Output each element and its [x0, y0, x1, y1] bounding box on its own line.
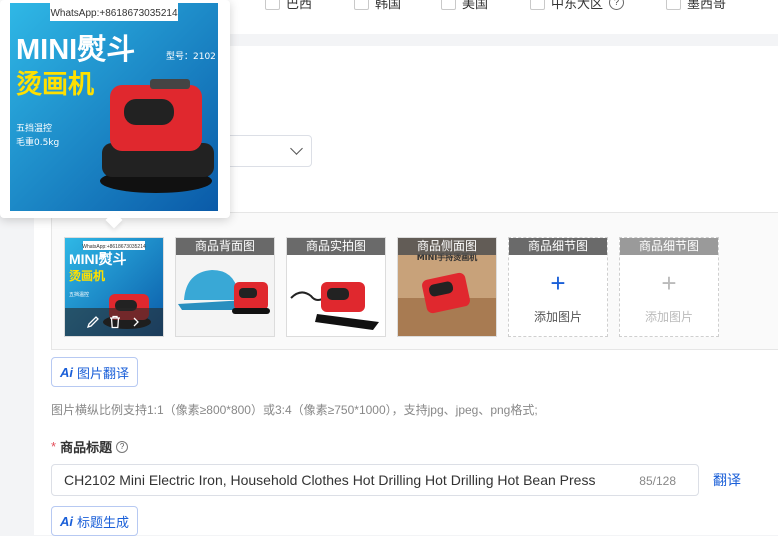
title-generate-button[interactable]: Ai 标题生成: [51, 506, 139, 536]
ai-icon: Ai: [60, 513, 73, 529]
required-mark: *: [51, 439, 57, 454]
plus-icon: +: [661, 268, 677, 298]
image-slot-caption: 商品细节图: [620, 238, 718, 255]
product-title-value: CH2102 Mini Electric Iron, Household Clo…: [64, 472, 596, 488]
main-image-thumb[interactable]: WhatsApp:+8618673035214 MINI熨斗 烫画机 五挡温控: [64, 237, 164, 337]
product-title-label-text: 商品标题: [60, 440, 113, 455]
product-banner-spec: 五挡温控: [69, 291, 89, 298]
country-option-usa[interactable]: 美国: [441, 0, 488, 12]
translate-link[interactable]: 翻译: [713, 470, 741, 490]
char-counter: 85/128: [639, 474, 676, 488]
country-option-mexico[interactable]: 墨西哥: [666, 0, 726, 12]
checkbox-icon[interactable]: [530, 0, 545, 10]
chevron-down-icon: [290, 142, 303, 155]
image-requirements-hint: 图片横纵比例支持1:1（像素≥800*800）或3:4（像素≥750*1000）…: [51, 403, 538, 417]
country-label: 中东大区: [551, 0, 604, 11]
edit-icon[interactable]: [86, 315, 100, 329]
image-slot-detail-add-disabled: 商品细节图 + 添加图片: [619, 237, 719, 337]
image-slot-caption: 商品侧面图: [398, 238, 496, 255]
chevron-right-icon[interactable]: [130, 315, 142, 329]
image-slot-caption: 商品实拍图: [287, 238, 385, 255]
checkbox-icon[interactable]: [441, 0, 456, 10]
image-slot-caption: 商品细节图: [509, 238, 607, 255]
title-generate-label: 标题生成: [77, 514, 130, 530]
image-slot-back[interactable]: 商品背面图: [175, 237, 275, 337]
watermark-text: WhatsApp:+8618673035214: [50, 8, 177, 19]
watermark-text: WhatsApp:+8618673035214: [82, 244, 146, 250]
country-label: 巴西: [286, 0, 313, 11]
image-slot-side[interactable]: MINI手持烫画机 商品侧面图: [397, 237, 497, 337]
preview-image: WhatsApp:+8618673035214 MINI熨斗 烫画机 型号：21…: [10, 3, 218, 211]
country-label: 美国: [462, 0, 489, 11]
plus-icon: +: [550, 268, 566, 298]
product-title-input[interactable]: CH2102 Mini Electric Iron, Household Clo…: [51, 464, 699, 496]
checkbox-icon[interactable]: [265, 0, 280, 10]
preview-spec: 五挡温控: [16, 122, 52, 134]
preview-spec: 毛重0.5kg: [16, 136, 59, 148]
ai-icon: Ai: [60, 364, 73, 380]
image-slot-real[interactable]: 商品实拍图: [286, 237, 386, 337]
product-banner-title: MINI熨斗: [69, 251, 127, 267]
country-option-middle-east[interactable]: 中东大区 ?: [530, 0, 625, 12]
preview-title: MINI熨斗: [16, 33, 135, 66]
image-translate-button[interactable]: Ai 图片翻译: [51, 357, 139, 387]
image-slot-caption: 商品背面图: [176, 238, 274, 255]
preview-subtitle: 烫画机: [16, 70, 94, 100]
country-option-korea[interactable]: 韩国: [354, 0, 401, 12]
add-image-label: 添加图片: [533, 310, 582, 324]
help-icon[interactable]: ?: [116, 440, 129, 453]
image-preview-popup: WhatsApp:+8618673035214 MINI熨斗 烫画机 型号：21…: [0, 0, 230, 229]
thumb-action-bar: [65, 308, 163, 336]
country-option-brazil[interactable]: 巴西: [265, 0, 312, 12]
product-title-label: * 商品标题 ?: [51, 437, 129, 456]
product-banner-subtitle: 烫画机: [69, 268, 105, 283]
preview-model: 型号：2102: [166, 51, 216, 62]
help-icon[interactable]: ?: [609, 0, 625, 10]
image-translate-label: 图片翻译: [77, 365, 130, 381]
delete-icon[interactable]: [108, 315, 122, 329]
country-label: 墨西哥: [687, 0, 727, 11]
checkbox-icon[interactable]: [354, 0, 369, 10]
add-image-label: 添加图片: [644, 310, 693, 324]
checkbox-icon[interactable]: [666, 0, 681, 10]
image-slot-detail-add[interactable]: 商品细节图 + 添加图片: [508, 237, 608, 337]
country-label: 韩国: [375, 0, 402, 11]
